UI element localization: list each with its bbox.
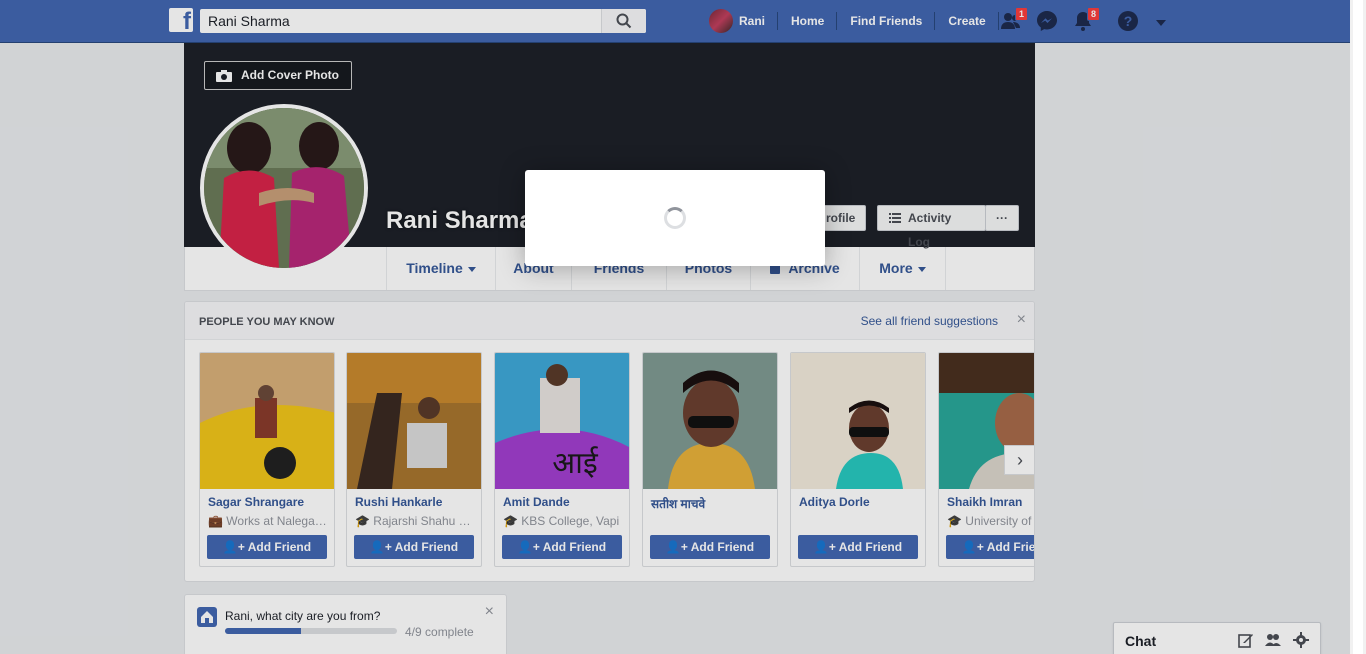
loading-spinner-icon xyxy=(664,207,686,229)
page-scrollbar[interactable] xyxy=(1350,0,1366,654)
loading-dialog xyxy=(525,170,825,266)
modal-backdrop[interactable] xyxy=(0,0,1350,654)
scrollbar-thumb[interactable] xyxy=(1353,0,1363,654)
